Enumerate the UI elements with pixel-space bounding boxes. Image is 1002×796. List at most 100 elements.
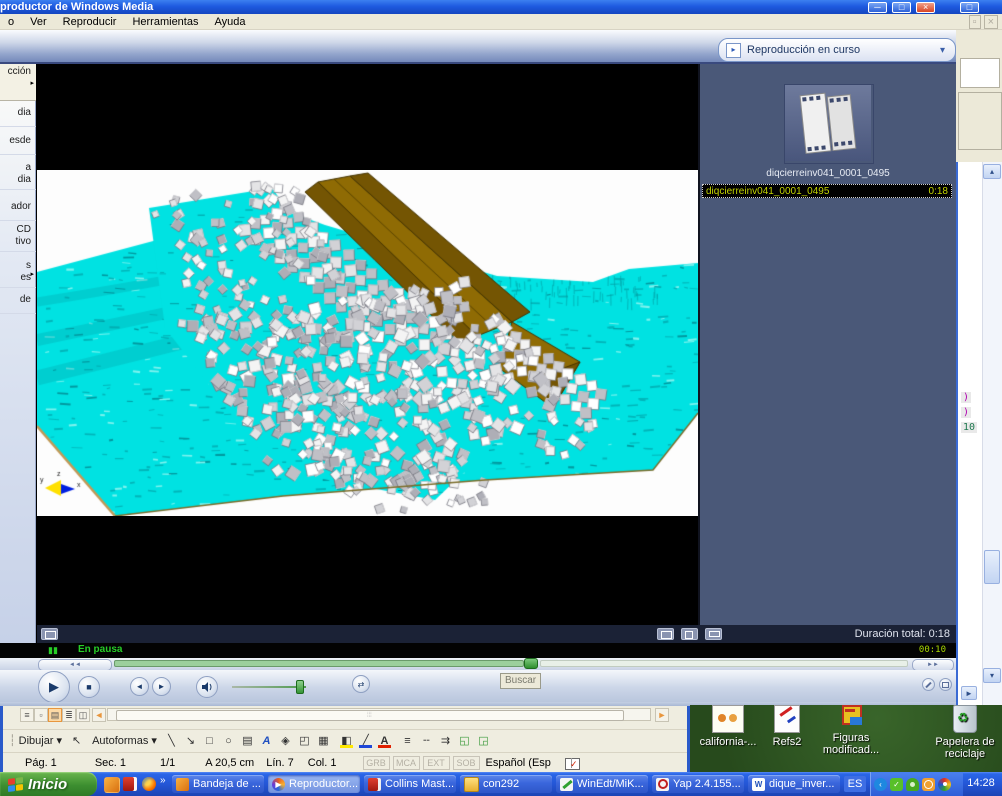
menu-ayuda[interactable]: Ayuda: [206, 16, 253, 28]
color-chooser-button[interactable]: [922, 678, 935, 691]
wordart-button[interactable]: A: [258, 732, 275, 749]
dash-style-button[interactable]: ╌: [418, 732, 435, 749]
menu-ver[interactable]: Ver: [22, 16, 55, 28]
taskbar-button-dique[interactable]: W dique_inver...: [748, 775, 840, 793]
show-equalizer-button[interactable]: [41, 628, 58, 640]
scroll-right-icon[interactable]: ►: [655, 708, 669, 722]
language-indicator[interactable]: ES: [844, 776, 866, 792]
chevron-down-icon[interactable]: ▾: [940, 45, 945, 56]
status-person-icon[interactable]: [906, 778, 919, 791]
taskbar-clock[interactable]: 14:28: [962, 777, 1000, 789]
hscroll-thumb[interactable]: ⦙⦙⦙: [116, 710, 624, 721]
doc-restore-icon[interactable]: ▫: [969, 15, 981, 29]
text-box-button[interactable]: ▤: [239, 732, 256, 749]
hide-icons-icon[interactable]: ‹: [874, 778, 887, 791]
view-playlist-button[interactable]: [705, 628, 722, 640]
seek-track-remaining[interactable]: [540, 660, 908, 667]
select-objects-button[interactable]: ↖: [68, 732, 85, 749]
desktop-icon-figuras[interactable]: Figuras modificad...: [818, 705, 884, 756]
sidebar-item-radio-tuner[interactable]: ador: [0, 199, 36, 221]
volume-thumb[interactable]: [296, 680, 304, 694]
spellcheck-book-icon[interactable]: ✓: [565, 757, 580, 770]
status-position[interactable]: 1/1: [160, 757, 175, 769]
line-style-button[interactable]: ≡: [399, 732, 416, 749]
taskbar-button-yap[interactable]: Yap 2.4.155...: [652, 775, 744, 793]
next-button[interactable]: ►: [152, 677, 171, 696]
playlist-row[interactable]: diqcierreinv041_0001_0495 0:18: [702, 184, 952, 198]
quicklaunch-outlook-icon[interactable]: [104, 777, 120, 793]
sidebar-item-copy-to-cd[interactable]: CD tivo: [0, 222, 36, 252]
color-wheel-icon[interactable]: [938, 778, 951, 791]
sidebar-item-media-guide[interactable]: dia: [0, 105, 36, 127]
toolbar-grip[interactable]: ┆: [9, 734, 16, 747]
view-print-layout-button[interactable]: ▤: [48, 708, 62, 722]
scheduler-clock-icon[interactable]: [922, 778, 935, 791]
arrow-tool-button[interactable]: ↘: [182, 732, 199, 749]
quicklaunch-firefox-icon[interactable]: [142, 777, 156, 791]
view-normal-button[interactable]: ≡: [20, 708, 34, 722]
taskbar-button-reproductor[interactable]: ▶ Reproductor...: [268, 775, 360, 793]
view-web-button[interactable]: ▫: [34, 708, 48, 722]
editor-vscroll-track[interactable]: [982, 162, 1002, 705]
menu-archivo-fragment[interactable]: o: [0, 16, 22, 28]
arrow-style-button[interactable]: ⇉: [437, 732, 454, 749]
rectangle-tool-button[interactable]: □: [201, 732, 218, 749]
editor-vscroll-thumb[interactable]: [984, 550, 1000, 584]
flag-mca[interactable]: MCA: [393, 756, 420, 770]
horizontal-scrollbar[interactable]: ⦙⦙⦙: [107, 708, 651, 721]
sidebar-item-copy-from-cd[interactable]: esde: [0, 133, 36, 155]
status-section[interactable]: Sec. 1: [95, 757, 126, 769]
view-fullscreen-button[interactable]: [657, 628, 674, 640]
taskbar-button-collins[interactable]: Collins Mast...: [364, 775, 456, 793]
taskbar-button-winedt[interactable]: WinEdt/MiK...: [556, 775, 648, 793]
stop-button[interactable]: ■: [78, 676, 100, 698]
quicklaunch-dictionary-icon[interactable]: [123, 777, 137, 791]
sidebar-item-now-playing[interactable]: cción ▸: [0, 64, 36, 101]
menu-herramientas[interactable]: Herramientas: [124, 16, 206, 28]
wmp-titlebar[interactable]: productor de Windows Media ─ □ × □ ×: [0, 0, 1002, 14]
doc-close-icon[interactable]: ×: [984, 15, 998, 29]
clip-art-button[interactable]: ◰: [296, 732, 313, 749]
oval-tool-button[interactable]: ○: [220, 732, 237, 749]
diagram-button[interactable]: ◈: [277, 732, 294, 749]
skin-anchor-button[interactable]: [939, 678, 952, 691]
scroll-up-icon[interactable]: ▴: [983, 164, 1001, 179]
volume-track[interactable]: [232, 686, 306, 688]
view-reading-button[interactable]: ◫: [76, 708, 90, 722]
draw-menu-button[interactable]: Dibujar ▾: [19, 734, 62, 747]
flag-sob[interactable]: SOB: [453, 756, 480, 770]
bg-maximize-icon[interactable]: □: [960, 2, 979, 13]
maximize-icon[interactable]: □: [892, 2, 911, 13]
taskbar-button-bandeja[interactable]: Bandeja de ...: [172, 775, 264, 793]
flag-ext[interactable]: EXT: [423, 756, 450, 770]
scroll-left-icon[interactable]: ◄: [92, 708, 106, 722]
quicklaunch-overflow-chevron[interactable]: »: [160, 775, 166, 786]
view-compact-button[interactable]: [681, 628, 698, 640]
mute-button[interactable]: [196, 676, 218, 698]
status-column[interactable]: Col. 1: [308, 757, 337, 769]
status-line[interactable]: Lín. 7: [266, 757, 294, 769]
status-at[interactable]: A 20,5 cm: [205, 757, 254, 769]
autoshapes-menu-button[interactable]: Autoformas ▾: [92, 734, 157, 747]
status-page[interactable]: Pág. 1: [25, 757, 57, 769]
menu-reproducir[interactable]: Reproducir: [55, 16, 125, 28]
font-color-button[interactable]: A: [376, 732, 393, 749]
now-playing-header[interactable]: ▸ Reproducción en curso ▾: [718, 38, 956, 62]
play-button[interactable]: ▶: [38, 671, 70, 703]
status-language[interactable]: Español (Esp: [486, 757, 551, 769]
scroll-right-small-icon[interactable]: ►: [961, 686, 977, 700]
video-thumbnail[interactable]: [784, 84, 874, 164]
desktop-icon-california[interactable]: california-...: [698, 705, 758, 748]
sidebar-item-skin-chooser[interactable]: de: [0, 292, 36, 314]
taskbar-button-con292[interactable]: con292: [460, 775, 552, 793]
scroll-down-icon[interactable]: ▾: [983, 668, 1001, 683]
messenger-icon[interactable]: ✓: [890, 778, 903, 791]
sidebar-item-media-library[interactable]: a dia: [0, 160, 36, 190]
desktop-icon-recycle-bin[interactable]: ♻ Papelera de reciclaje: [932, 705, 998, 760]
line-tool-button[interactable]: ╲: [163, 732, 180, 749]
shuffle-button[interactable]: ⇄: [352, 675, 370, 693]
close-icon[interactable]: ×: [916, 2, 935, 13]
seek-track-filled[interactable]: [114, 660, 524, 667]
shadow-style-button[interactable]: ◱: [456, 732, 473, 749]
flag-grb[interactable]: GRB: [363, 756, 390, 770]
